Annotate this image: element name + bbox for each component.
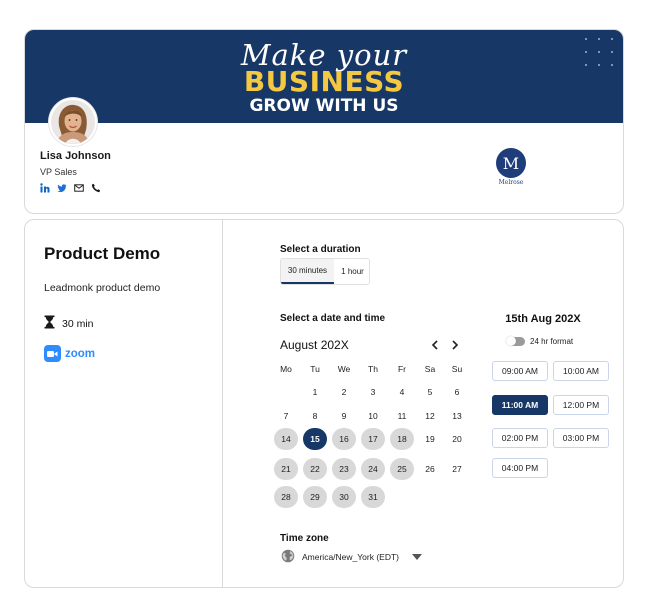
calendar-day-available[interactable]: 23 <box>332 458 356 480</box>
company-logo: M <box>496 148 526 178</box>
weekday-label: Th <box>368 364 378 374</box>
calendar-day: 20 <box>452 434 462 444</box>
calendar-day-available[interactable]: 14 <box>274 428 298 450</box>
date-time-label: Select a date and time <box>280 313 386 324</box>
avatar <box>49 98 97 146</box>
linkedin-icon[interactable] <box>40 183 50 193</box>
weekday-label: Su <box>451 364 463 374</box>
calendar-day: 13 <box>452 411 462 421</box>
event-description: Leadmonk product demo <box>44 282 161 294</box>
calendar-day: 26 <box>425 464 435 474</box>
video-camera-icon <box>44 345 61 362</box>
time-slot[interactable]: 12:00 PM <box>553 395 609 415</box>
timezone-label: Time zone <box>280 533 329 544</box>
globe-icon <box>281 549 295 565</box>
duration-selector: 30 minutes 1 hour <box>280 258 370 285</box>
calendar-day: 19 <box>425 434 435 444</box>
duration-label: Select a duration <box>280 244 361 255</box>
weekday-label: We <box>337 364 351 374</box>
calendar-day-available[interactable]: 30 <box>332 486 356 508</box>
calendar-day-available[interactable]: 28 <box>274 486 298 508</box>
banner-headline: BUSINESS <box>243 65 405 98</box>
calendar-day-selected[interactable]: 15 <box>303 428 327 450</box>
calendar-day-available[interactable]: 22 <box>303 458 327 480</box>
time-slot[interactable]: 09:00 AM <box>492 361 548 381</box>
social-links <box>40 182 101 194</box>
timezone-value: America/New_York (EDT) <box>302 552 399 562</box>
calendar-day: 9 <box>341 411 347 421</box>
person-role: VP Sales <box>40 167 77 177</box>
chevron-right-icon <box>452 340 459 350</box>
hourglass-icon <box>44 315 55 332</box>
time-slot[interactable]: 03:00 PM <box>553 428 609 448</box>
calendar-day: 11 <box>397 411 407 421</box>
time-slot-selected[interactable]: 11:00 AM <box>492 395 548 415</box>
event-title: Product Demo <box>44 244 161 263</box>
calendar-day: 3 <box>370 387 376 397</box>
calendar-day-available[interactable]: 29 <box>303 486 327 508</box>
calendar-day: 2 <box>341 387 347 397</box>
time-format-toggle-row: 24 hr format <box>506 336 574 346</box>
panel-divider <box>222 220 223 587</box>
company-name: Melrose <box>498 179 524 186</box>
time-slot[interactable]: 04:00 PM <box>492 458 548 478</box>
calendar-day: 12 <box>425 411 435 421</box>
phone-icon[interactable] <box>91 183 101 193</box>
calendar-day: 1 <box>312 387 318 397</box>
calendar-day: 7 <box>283 411 289 421</box>
time-slot[interactable]: 10:00 AM <box>553 361 609 381</box>
banner-subheadline: GROW WITH US <box>249 96 399 116</box>
calendar-month: August 202X <box>280 338 349 352</box>
calendar-day: 10 <box>368 411 378 421</box>
prev-month-button[interactable] <box>429 338 441 352</box>
calendar-day-available[interactable]: 17 <box>361 428 385 450</box>
weekday-label: Mo <box>280 364 292 374</box>
caret-down-icon <box>412 552 422 562</box>
selected-date-heading: 15th Aug 202X <box>505 313 581 325</box>
platform-name: zoom <box>65 347 96 360</box>
time-slot[interactable]: 02:00 PM <box>492 428 548 448</box>
mail-icon[interactable] <box>74 183 84 193</box>
profile-card: Make your BUSINESS GROW WITH US Lisa Joh… <box>24 29 624 214</box>
duration-option-30-minutes[interactable]: 30 minutes <box>281 259 334 284</box>
next-month-button[interactable] <box>449 338 461 352</box>
banner: Make your BUSINESS GROW WITH US <box>25 30 623 123</box>
calendar-day: 6 <box>454 387 460 397</box>
duration-text: 30 min <box>62 317 94 330</box>
calendar-day-available[interactable]: 25 <box>390 458 414 480</box>
calendar-day: 5 <box>427 387 433 397</box>
calendar-day-available[interactable]: 31 <box>361 486 385 508</box>
calendar-day-available[interactable]: 16 <box>332 428 356 450</box>
booking-card: Product Demo Leadmonk product demo 30 mi… <box>24 219 624 588</box>
calendar-day: 8 <box>312 411 318 421</box>
weekday-label: Fr <box>397 364 407 374</box>
calendar-day: 4 <box>399 387 405 397</box>
24hr-format-toggle[interactable] <box>506 336 525 346</box>
calendar-day-available[interactable]: 18 <box>390 428 414 450</box>
timezone-select[interactable]: America/New_York (EDT) <box>281 549 422 565</box>
calendar-day-available[interactable]: 24 <box>361 458 385 480</box>
weekday-label: Tu <box>310 364 320 374</box>
event-duration: 30 min <box>44 315 94 332</box>
dot-pattern <box>581 34 617 70</box>
chevron-left-icon <box>431 340 438 350</box>
duration-option-1-hour[interactable]: 1 hour <box>334 259 369 284</box>
meeting-platform: zoom <box>44 345 95 362</box>
weekday-label: Sa <box>424 364 436 374</box>
twitter-icon[interactable] <box>57 183 67 193</box>
toggle-label: 24 hr format <box>530 337 574 346</box>
person-name: Lisa Johnson <box>40 150 111 162</box>
calendar-day: 27 <box>452 464 462 474</box>
calendar-day-available[interactable]: 21 <box>274 458 298 480</box>
